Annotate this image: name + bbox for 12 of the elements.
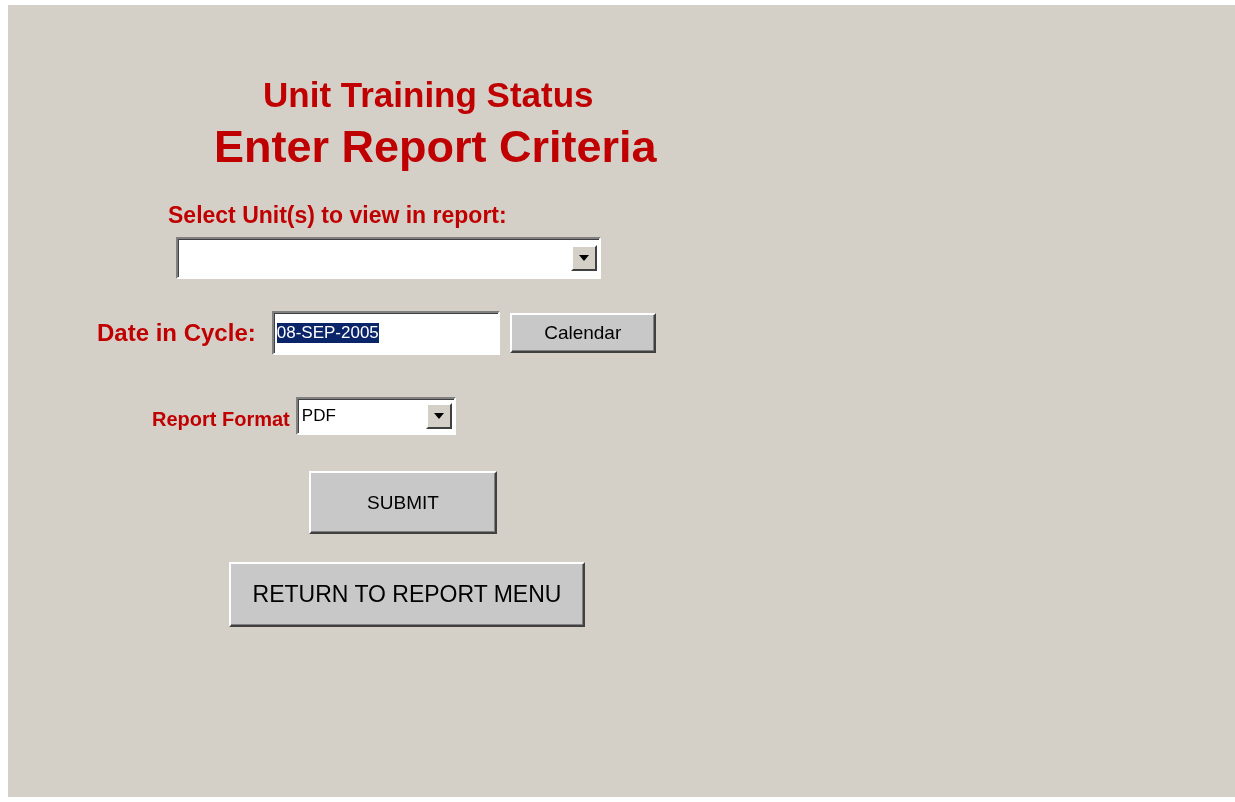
format-label: Report Format bbox=[152, 407, 290, 431]
format-dropdown[interactable]: PDF bbox=[295, 397, 456, 435]
calendar-button[interactable]: Calendar bbox=[509, 313, 656, 353]
unit-label: Select Unit(s) to view in report: bbox=[168, 201, 507, 229]
date-label: Date in Cycle: bbox=[97, 319, 256, 347]
return-menu-button[interactable]: RETURN TO REPORT MENU bbox=[229, 562, 585, 627]
page-title: Unit Training Status bbox=[262, 74, 595, 116]
page-subtitle: Enter Report Criteria bbox=[213, 120, 658, 173]
unit-dropdown[interactable] bbox=[176, 237, 601, 279]
date-field[interactable]: 08-SEP-2005 bbox=[271, 311, 500, 355]
submit-button[interactable]: SUBMIT bbox=[309, 471, 497, 534]
date-value: 08-SEP-2005 bbox=[276, 323, 379, 343]
